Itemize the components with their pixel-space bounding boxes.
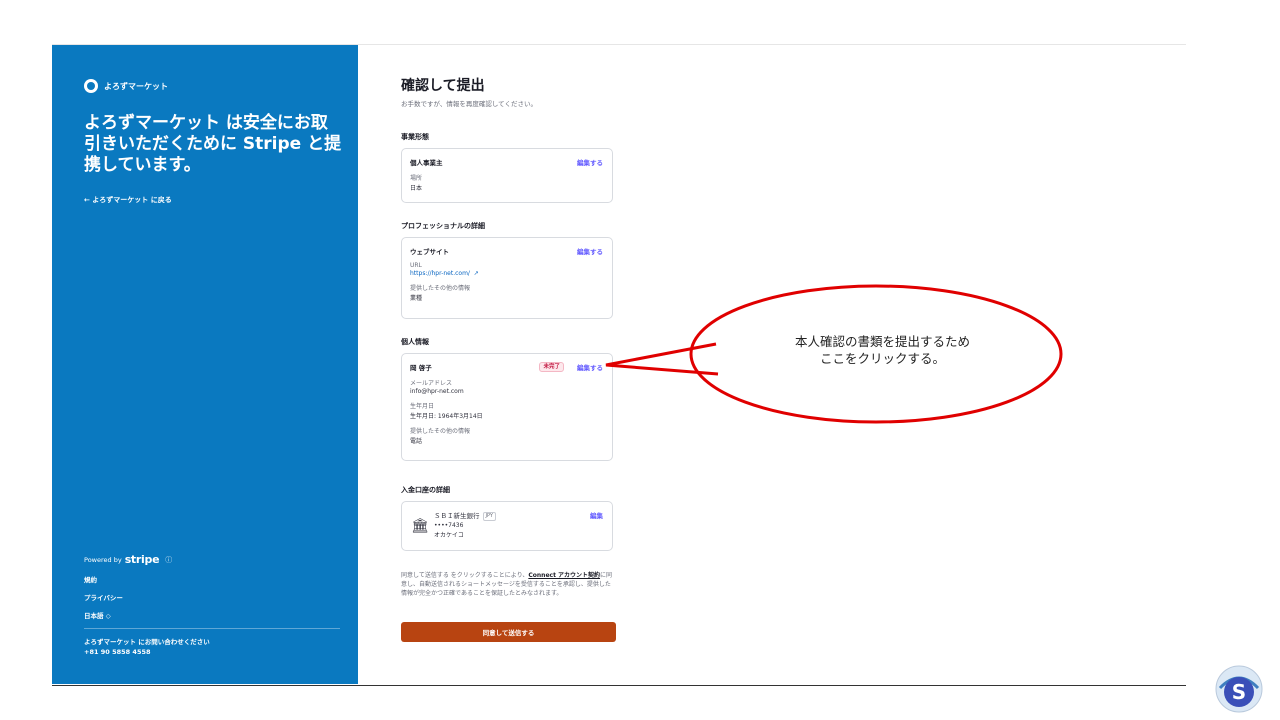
callout-text: 本人確認の書類を提出するため ここをクリックする。 [760, 333, 1005, 367]
callout-line-1: 本人確認の書類を提出するため [794, 334, 970, 349]
card-title: 個人事業主 [410, 159, 443, 167]
edit-business-type-button[interactable]: 編集する [577, 157, 603, 167]
website-url: https://hpr-net.com/ [410, 270, 470, 277]
field-value: 日本 [410, 185, 423, 192]
person-name: 岡 啓子 [410, 364, 432, 372]
sidebar-footer: Powered by stripe ⓘ 規約 プライバシー 日本語 ◇ よろずマ… [84, 553, 340, 657]
professional-card: ウェブサイト 編集する URL https://hpr-net.com/ ↗ 提… [401, 237, 613, 319]
currency-badge: JPY [482, 511, 496, 521]
sidebar: よろずマーケット よろずマーケット は安全にお取引きいただくために Stripe… [52, 45, 358, 684]
account-holder: オカケイコ [434, 531, 464, 539]
consent-text: 同意して送信する をクリックすることにより、Connect アカウント契約に同意… [401, 571, 616, 598]
field-label: 生年月日 [410, 403, 435, 410]
footer-divider [84, 628, 340, 629]
callout-line-2: ここをクリックする。 [819, 351, 945, 366]
page-subtitle: お手数ですが、情報を再度確認してください。 [401, 100, 537, 108]
incomplete-badge: 未完了 [539, 362, 564, 372]
powered-by-label: Powered by [84, 555, 122, 564]
stripe-logo: stripe [124, 553, 160, 566]
edit-professional-button[interactable]: 編集する [577, 246, 603, 256]
svg-text:S: S [1232, 680, 1246, 704]
personal-card: 岡 啓子 未完了 編集する メールアドレス info@hpr-net.com 生… [401, 353, 613, 461]
info-icon[interactable]: ⓘ [165, 555, 172, 565]
agree-and-submit-button[interactable]: 同意して送信する [401, 622, 616, 642]
website-link[interactable]: https://hpr-net.com/ ↗ [410, 270, 604, 277]
sidebar-headline: よろずマーケット は安全にお取引きいただくために Stripe と提携しています… [84, 113, 342, 175]
section-bank: 入金口座の詳細 [401, 486, 450, 494]
field-label: URL [410, 262, 422, 269]
section-personal: 個人情報 [401, 338, 429, 346]
page-title: 確認して提出 [401, 78, 485, 94]
review-form: 確認して提出 お手数ですが、情報を再度確認してください。 事業形態 個人事業主 … [401, 75, 616, 642]
corner-s-logo-icon: S [1215, 665, 1263, 713]
powered-by[interactable]: Powered by stripe ⓘ [84, 553, 340, 566]
field-value: 電話 [410, 438, 423, 445]
bank-name-row: ＳＢＩ新生銀行 JPY [434, 510, 604, 521]
language-selector[interactable]: 日本語 ◇ [84, 610, 340, 620]
field-label: 提供したその他の情報 [410, 428, 471, 435]
consent-prefix: 同意して送信する をクリックすることにより、 [401, 572, 529, 579]
brand-name: よろずマーケット [104, 81, 168, 91]
business-type-card: 個人事業主 編集する 場所 日本 [401, 148, 613, 203]
privacy-link[interactable]: プライバシー [84, 592, 340, 602]
field-value: 業種 [410, 295, 423, 302]
field-value: 生年月日: 1964年3月14日 [410, 413, 483, 420]
terms-link[interactable]: 規約 [84, 574, 340, 584]
section-business-type: 事業形態 [401, 133, 429, 141]
contact-phone[interactable]: +81 90 5858 4558 [84, 647, 340, 657]
field-label: 場所 [410, 175, 423, 182]
brand-logo-icon [84, 79, 98, 93]
bank-name: ＳＢＩ新生銀行 [434, 512, 480, 520]
card-title: ウェブサイト [410, 248, 449, 256]
field-label: メールアドレス [410, 380, 453, 387]
field-value: info@hpr-net.com [410, 388, 464, 395]
edit-bank-button[interactable]: 編集 [590, 510, 603, 520]
bank-icon: 🏛 [411, 518, 429, 534]
contact-label: よろずマーケット にお問い合わせください [84, 638, 210, 646]
connect-agreement-link[interactable]: Connect アカウント契約 [528, 572, 600, 579]
bank-card: 🏛 ＳＢＩ新生銀行 JPY ••••7436 オカケイコ 編集 [401, 501, 613, 551]
external-link-icon: ↗ [471, 270, 479, 277]
brand: よろずマーケット [84, 79, 168, 93]
account-number: ••••7436 [434, 521, 464, 529]
back-link[interactable]: ← よろずマーケット に戻る [84, 195, 172, 205]
field-label: 提供したその他の情報 [410, 285, 471, 292]
section-professional: プロフェッショナルの詳細 [401, 222, 485, 230]
